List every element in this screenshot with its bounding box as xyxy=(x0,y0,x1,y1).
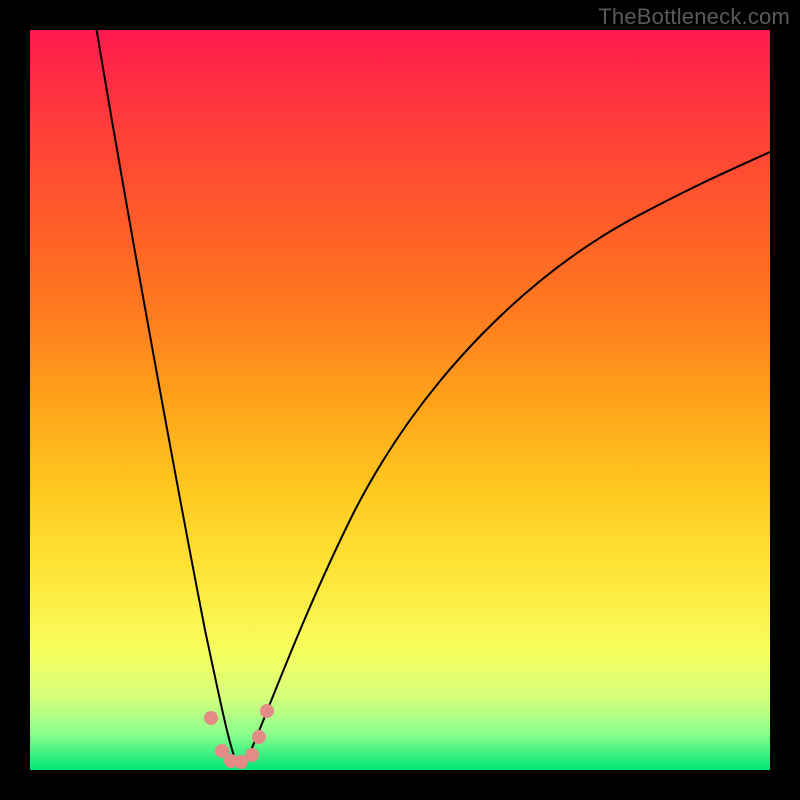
marker-dot xyxy=(204,711,218,725)
watermark-text: TheBottleneck.com xyxy=(598,4,790,30)
chart-frame: TheBottleneck.com xyxy=(0,0,800,800)
marker-dot xyxy=(260,704,274,718)
curve-right-branch xyxy=(246,152,770,762)
curve-left-branch xyxy=(97,30,236,762)
marker-dot xyxy=(252,730,266,744)
plot-area xyxy=(30,30,770,770)
bottleneck-curve xyxy=(30,30,770,770)
marker-dot xyxy=(245,748,259,762)
